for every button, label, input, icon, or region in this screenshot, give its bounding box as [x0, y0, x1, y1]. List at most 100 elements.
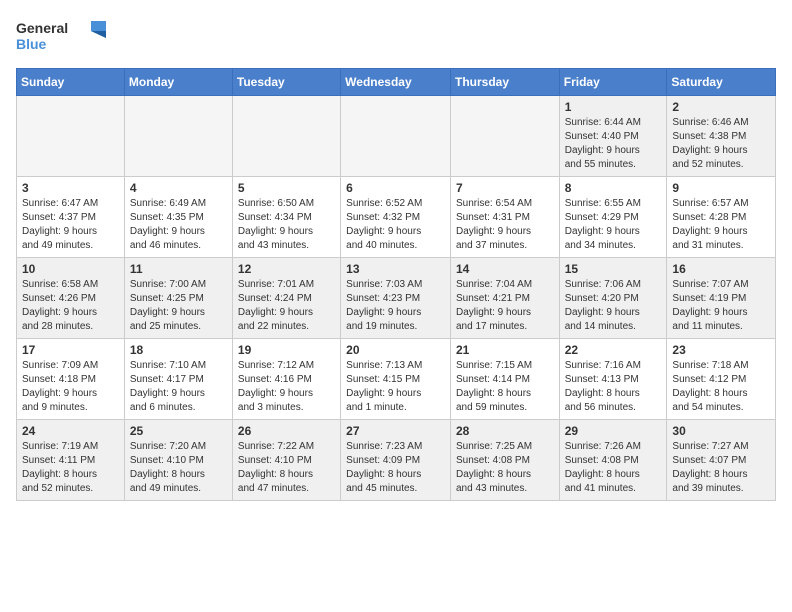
col-header-thursday: Thursday — [450, 69, 559, 96]
day-info: Sunrise: 7:22 AM Sunset: 4:10 PM Dayligh… — [238, 440, 335, 496]
day-number: 12 — [238, 262, 335, 276]
day-info: Sunrise: 6:47 AM Sunset: 4:37 PM Dayligh… — [22, 197, 119, 253]
day-number: 26 — [238, 424, 335, 438]
day-number: 29 — [565, 424, 662, 438]
day-info: Sunrise: 7:06 AM Sunset: 4:20 PM Dayligh… — [565, 278, 662, 334]
day-cell: 30 Sunrise: 7:27 AM Sunset: 4:07 PM Dayli… — [667, 420, 776, 501]
calendar-table: SundayMondayTuesdayWednesdayThursdayFrid… — [16, 68, 776, 501]
day-cell: 10 Sunrise: 6:58 AM Sunset: 4:26 PM Dayli… — [17, 258, 125, 339]
week-row-3: 17 Sunrise: 7:09 AM Sunset: 4:18 PM Dayli… — [17, 339, 776, 420]
day-cell: 28 Sunrise: 7:25 AM Sunset: 4:08 PM Dayli… — [450, 420, 559, 501]
day-number: 7 — [456, 181, 554, 195]
day-info: Sunrise: 7:27 AM Sunset: 4:07 PM Dayligh… — [672, 440, 770, 496]
day-cell: 26 Sunrise: 7:22 AM Sunset: 4:10 PM Dayli… — [232, 420, 340, 501]
day-info: Sunrise: 7:03 AM Sunset: 4:23 PM Dayligh… — [346, 278, 445, 334]
col-header-wednesday: Wednesday — [341, 69, 451, 96]
day-info: Sunrise: 7:23 AM Sunset: 4:09 PM Dayligh… — [346, 440, 445, 496]
day-cell: 6Sunrise: 6:52 AM Sunset: 4:32 PM Daylig… — [341, 177, 451, 258]
day-cell: 24Sunrise: 7:19 AM Sunset: 4:11 PM Dayli… — [17, 420, 125, 501]
day-cell: 13 Sunrise: 7:03 AM Sunset: 4:23 PM Dayli… — [341, 258, 451, 339]
day-cell: 17 Sunrise: 7:09 AM Sunset: 4:18 PM Dayli… — [17, 339, 125, 420]
day-number: 4 — [130, 181, 227, 195]
day-info: Sunrise: 6:58 AM Sunset: 4:26 PM Dayligh… — [22, 278, 119, 334]
day-number: 11 — [130, 262, 227, 276]
day-cell: 2Sunrise: 6:46 AM Sunset: 4:38 PM Daylig… — [667, 96, 776, 177]
day-number: 25 — [130, 424, 227, 438]
svg-text:Blue: Blue — [16, 36, 47, 52]
week-row-4: 24Sunrise: 7:19 AM Sunset: 4:11 PM Dayli… — [17, 420, 776, 501]
day-info: Sunrise: 6:52 AM Sunset: 4:32 PM Dayligh… — [346, 197, 445, 253]
day-cell: 14 Sunrise: 7:04 AM Sunset: 4:21 PM Dayli… — [450, 258, 559, 339]
day-number: 5 — [238, 181, 335, 195]
day-number: 1 — [565, 100, 662, 114]
day-cell: 27 Sunrise: 7:23 AM Sunset: 4:09 PM Dayli… — [341, 420, 451, 501]
day-cell: 20 Sunrise: 7:13 AM Sunset: 4:15 PM Dayli… — [341, 339, 451, 420]
day-cell: 7 Sunrise: 6:54 AM Sunset: 4:31 PM Daylig… — [450, 177, 559, 258]
day-cell: 25 Sunrise: 7:20 AM Sunset: 4:10 PM Dayli… — [124, 420, 232, 501]
day-info: Sunrise: 6:55 AM Sunset: 4:29 PM Dayligh… — [565, 197, 662, 253]
day-cell: 23 Sunrise: 7:18 AM Sunset: 4:12 PM Dayli… — [667, 339, 776, 420]
logo: General Blue — [16, 16, 106, 56]
day-cell: 8 Sunrise: 6:55 AM Sunset: 4:29 PM Daylig… — [559, 177, 667, 258]
header-row: SundayMondayTuesdayWednesdayThursdayFrid… — [17, 69, 776, 96]
day-info: Sunrise: 6:49 AM Sunset: 4:35 PM Dayligh… — [130, 197, 227, 253]
day-number: 24 — [22, 424, 119, 438]
day-info: Sunrise: 7:09 AM Sunset: 4:18 PM Dayligh… — [22, 359, 119, 415]
day-number: 3 — [22, 181, 119, 195]
day-info: Sunrise: 6:50 AM Sunset: 4:34 PM Dayligh… — [238, 197, 335, 253]
day-info: Sunrise: 7:15 AM Sunset: 4:14 PM Dayligh… — [456, 359, 554, 415]
col-header-friday: Friday — [559, 69, 667, 96]
day-cell: 16Sunrise: 7:07 AM Sunset: 4:19 PM Dayli… — [667, 258, 776, 339]
logo-svg: General Blue — [16, 16, 106, 56]
day-cell: 21 Sunrise: 7:15 AM Sunset: 4:14 PM Dayli… — [450, 339, 559, 420]
day-cell: 15Sunrise: 7:06 AM Sunset: 4:20 PM Dayli… — [559, 258, 667, 339]
day-info: Sunrise: 7:26 AM Sunset: 4:08 PM Dayligh… — [565, 440, 662, 496]
day-number: 10 — [22, 262, 119, 276]
day-number: 20 — [346, 343, 445, 357]
day-cell: 19Sunrise: 7:12 AM Sunset: 4:16 PM Dayli… — [232, 339, 340, 420]
day-info: Sunrise: 7:13 AM Sunset: 4:15 PM Dayligh… — [346, 359, 445, 415]
day-number: 14 — [456, 262, 554, 276]
col-header-saturday: Saturday — [667, 69, 776, 96]
day-number: 30 — [672, 424, 770, 438]
day-cell — [124, 96, 232, 177]
day-info: Sunrise: 7:18 AM Sunset: 4:12 PM Dayligh… — [672, 359, 770, 415]
day-number: 19 — [238, 343, 335, 357]
day-cell: 12 Sunrise: 7:01 AM Sunset: 4:24 PM Dayli… — [232, 258, 340, 339]
col-header-monday: Monday — [124, 69, 232, 96]
day-info: Sunrise: 7:04 AM Sunset: 4:21 PM Dayligh… — [456, 278, 554, 334]
day-cell: 22Sunrise: 7:16 AM Sunset: 4:13 PM Dayli… — [559, 339, 667, 420]
page-header: General Blue — [16, 16, 776, 56]
day-cell: 4 Sunrise: 6:49 AM Sunset: 4:35 PM Daylig… — [124, 177, 232, 258]
day-cell: 11Sunrise: 7:00 AM Sunset: 4:25 PM Dayli… — [124, 258, 232, 339]
day-info: Sunrise: 6:57 AM Sunset: 4:28 PM Dayligh… — [672, 197, 770, 253]
day-cell — [17, 96, 125, 177]
day-number: 17 — [22, 343, 119, 357]
day-number: 9 — [672, 181, 770, 195]
day-cell: 3 Sunrise: 6:47 AM Sunset: 4:37 PM Daylig… — [17, 177, 125, 258]
day-cell: 1Sunrise: 6:44 AM Sunset: 4:40 PM Daylig… — [559, 96, 667, 177]
day-number: 8 — [565, 181, 662, 195]
day-info: Sunrise: 7:25 AM Sunset: 4:08 PM Dayligh… — [456, 440, 554, 496]
week-row-2: 10 Sunrise: 6:58 AM Sunset: 4:26 PM Dayli… — [17, 258, 776, 339]
day-number: 2 — [672, 100, 770, 114]
col-header-tuesday: Tuesday — [232, 69, 340, 96]
day-cell — [232, 96, 340, 177]
day-number: 23 — [672, 343, 770, 357]
day-cell: 9 Sunrise: 6:57 AM Sunset: 4:28 PM Daylig… — [667, 177, 776, 258]
day-info: Sunrise: 7:01 AM Sunset: 4:24 PM Dayligh… — [238, 278, 335, 334]
day-number: 27 — [346, 424, 445, 438]
day-cell: 29 Sunrise: 7:26 AM Sunset: 4:08 PM Dayli… — [559, 420, 667, 501]
day-info: Sunrise: 7:20 AM Sunset: 4:10 PM Dayligh… — [130, 440, 227, 496]
day-cell — [341, 96, 451, 177]
col-header-sunday: Sunday — [17, 69, 125, 96]
day-number: 13 — [346, 262, 445, 276]
day-cell: 5 Sunrise: 6:50 AM Sunset: 4:34 PM Daylig… — [232, 177, 340, 258]
day-info: Sunrise: 6:54 AM Sunset: 4:31 PM Dayligh… — [456, 197, 554, 253]
day-number: 28 — [456, 424, 554, 438]
day-info: Sunrise: 7:10 AM Sunset: 4:17 PM Dayligh… — [130, 359, 227, 415]
svg-text:General: General — [16, 20, 68, 36]
day-number: 21 — [456, 343, 554, 357]
week-row-1: 3 Sunrise: 6:47 AM Sunset: 4:37 PM Daylig… — [17, 177, 776, 258]
week-row-0: 1Sunrise: 6:44 AM Sunset: 4:40 PM Daylig… — [17, 96, 776, 177]
